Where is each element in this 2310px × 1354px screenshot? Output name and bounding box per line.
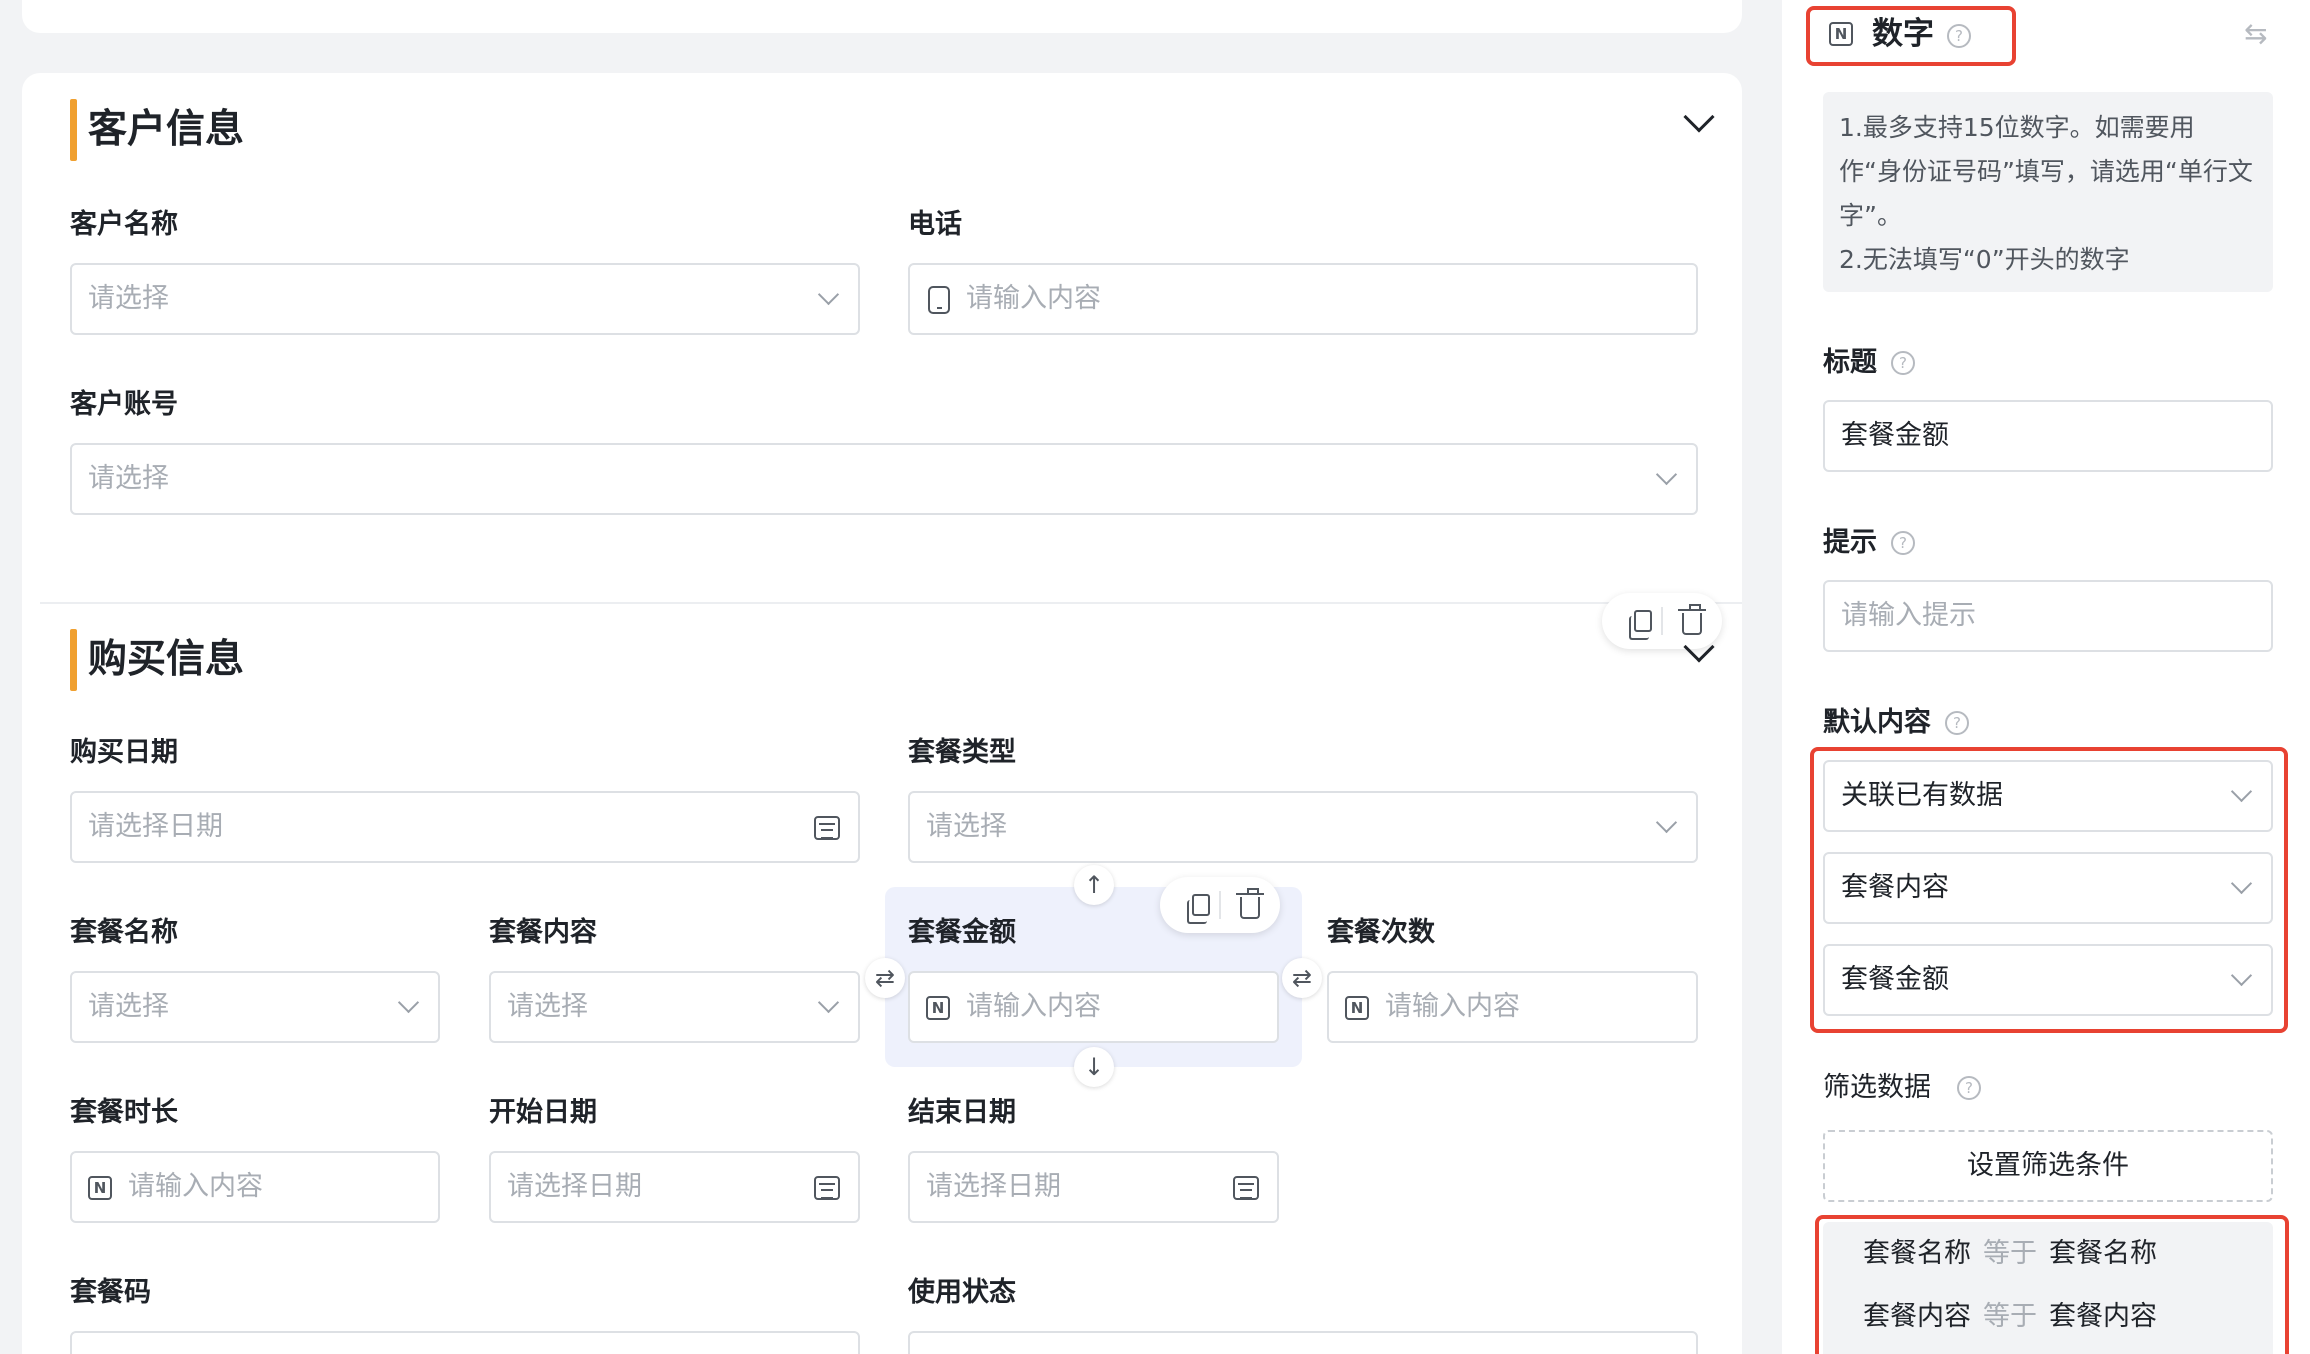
label-customer-name: 客户名称 xyxy=(70,209,178,240)
chevron-down-icon xyxy=(817,283,840,306)
description-line-2: 2.无法填写“0”开头的数字 xyxy=(1839,245,2130,274)
label-usage-status: 使用状态 xyxy=(908,1277,1016,1308)
customer-section xyxy=(22,73,1742,603)
default-mode-select[interactable]: 关联已有数据 xyxy=(1823,760,2273,832)
label-package-code: 套餐码 xyxy=(70,1277,151,1308)
chevron-down-icon xyxy=(817,991,840,1014)
package-duration-input[interactable]: N 请输入内容 xyxy=(70,1151,440,1223)
number-type-icon: N xyxy=(1829,22,1853,46)
copy-icon[interactable] xyxy=(1629,610,1652,640)
label-package-content: 套餐内容 xyxy=(489,917,597,948)
field-toolbar xyxy=(1160,877,1280,933)
label-package-amount: 套餐金额 xyxy=(908,917,1016,948)
help-icon[interactable]: ? xyxy=(1947,24,1971,48)
swap-right-icon[interactable]: ⇄ xyxy=(1282,958,1322,998)
chevron-down-icon xyxy=(397,991,420,1014)
chevron-down-icon xyxy=(2230,780,2253,803)
label-package-name: 套餐名称 xyxy=(70,917,178,948)
linked-target-field-select[interactable]: 套餐金额 xyxy=(1823,944,2273,1016)
chevron-down-icon xyxy=(2230,964,2253,987)
package-content-select[interactable]: 请选择 xyxy=(489,971,860,1043)
number-icon: N xyxy=(926,996,950,1020)
label-phone: 电话 xyxy=(908,209,962,240)
number-icon: N xyxy=(1345,996,1369,1020)
package-count-input[interactable]: N 请输入内容 xyxy=(1327,971,1698,1043)
label-customer-account: 客户账号 xyxy=(70,389,178,420)
help-icon[interactable]: ? xyxy=(1957,1076,1981,1100)
label-purchase-date: 购买日期 xyxy=(70,737,178,768)
phone-icon xyxy=(928,286,950,314)
calendar-icon xyxy=(1233,1176,1259,1200)
trash-icon[interactable] xyxy=(1236,888,1264,919)
hint-input[interactable]: 请输入提示 xyxy=(1823,580,2273,652)
toolbar-separator xyxy=(1219,891,1221,919)
customer-account-select[interactable]: 请选择 xyxy=(70,443,1698,515)
label-title: 标题 xyxy=(1823,347,1877,378)
start-date-picker[interactable]: 请选择日期 xyxy=(489,1151,860,1223)
customer-name-select[interactable]: 请选择 xyxy=(70,263,860,335)
help-icon[interactable]: ? xyxy=(1945,711,1969,735)
toolbar-separator xyxy=(1661,607,1663,635)
package-code-field[interactable] xyxy=(70,1331,860,1354)
top-card xyxy=(22,0,1742,33)
field-type-title: 数字 xyxy=(1872,16,1934,52)
label-end-date: 结束日期 xyxy=(908,1097,1016,1128)
package-type-select[interactable]: 请选择 xyxy=(908,791,1698,863)
label-package-count: 套餐次数 xyxy=(1327,917,1435,948)
help-icon[interactable]: ? xyxy=(1891,351,1915,375)
linked-source-field-select[interactable]: 套餐内容 xyxy=(1823,852,2273,924)
label-default-content: 默认内容 xyxy=(1823,707,1931,738)
label-hint: 提示 xyxy=(1823,527,1877,558)
help-icon[interactable]: ? xyxy=(1891,531,1915,555)
phone-input[interactable]: 请输入内容 xyxy=(908,263,1698,335)
label-start-date: 开始日期 xyxy=(489,1097,597,1128)
purchase-date-picker[interactable]: 请选择日期 xyxy=(70,791,860,863)
title-input[interactable]: 套餐金额 xyxy=(1823,400,2273,472)
chevron-down-icon xyxy=(1655,463,1678,486)
section-title-purchase: 购买信息 xyxy=(88,637,245,682)
switch-type-icon[interactable]: ⇆ xyxy=(2244,14,2267,54)
calendar-icon xyxy=(814,816,840,840)
chevron-down-icon xyxy=(2230,872,2253,895)
usage-status-field[interactable] xyxy=(908,1331,1698,1354)
end-date-picker[interactable]: 请选择日期 xyxy=(908,1151,1279,1223)
label-package-duration: 套餐时长 xyxy=(70,1097,178,1128)
move-down-icon[interactable]: ↓ xyxy=(1074,1047,1114,1087)
set-filter-conditions-button[interactable]: 设置筛选条件 xyxy=(1823,1130,2273,1202)
calendar-icon xyxy=(814,1176,840,1200)
annotation-highlight xyxy=(1815,1215,2289,1354)
swap-left-icon[interactable]: ⇄ xyxy=(865,958,905,998)
description-line-1: 1.最多支持15位数字。如需要用作“身份证号码”填写，请选用“单行文字”。 xyxy=(1839,113,2253,230)
chevron-down-icon xyxy=(1655,811,1678,834)
move-up-icon[interactable]: ↑ xyxy=(1074,865,1114,905)
number-icon: N xyxy=(88,1176,112,1200)
field-type-description: 1.最多支持15位数字。如需要用作“身份证号码”填写，请选用“单行文字”。 2.… xyxy=(1823,92,2273,292)
copy-icon[interactable] xyxy=(1187,894,1210,924)
label-filter-data: 筛选数据 xyxy=(1823,1072,1931,1103)
package-name-select[interactable]: 请选择 xyxy=(70,971,440,1043)
section-divider xyxy=(40,602,1742,604)
package-amount-input[interactable]: N 请输入内容 xyxy=(908,971,1279,1043)
section-title-customer: 客户信息 xyxy=(88,107,245,152)
label-package-type: 套餐类型 xyxy=(908,737,1016,768)
